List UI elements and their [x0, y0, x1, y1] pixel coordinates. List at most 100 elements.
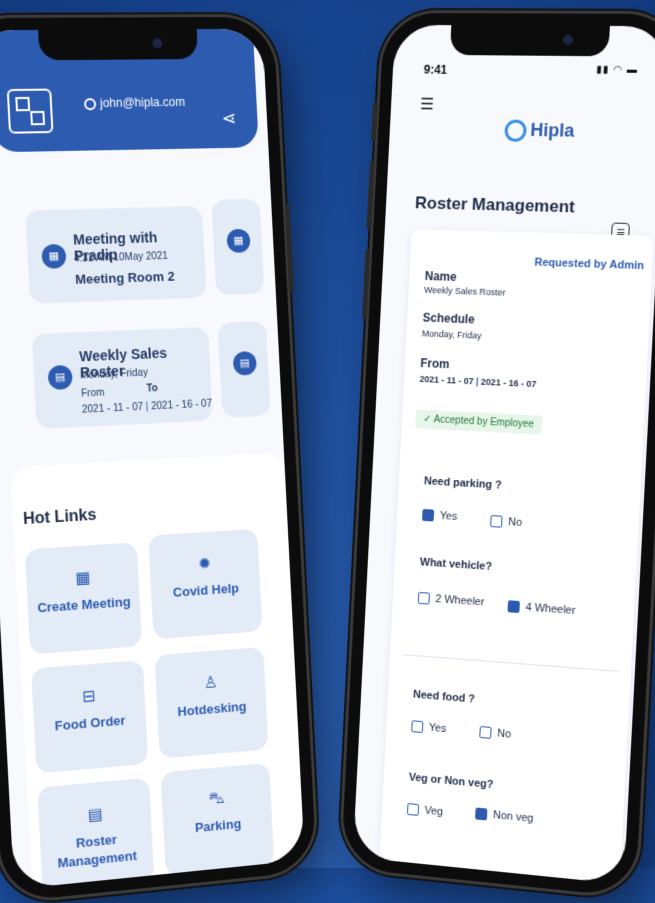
calendar-icon: ▤	[87, 805, 104, 825]
option-label: Veg	[424, 804, 444, 819]
date-separator: |	[145, 401, 149, 413]
signal-icon: ▮▮	[595, 64, 610, 76]
page-title: Roster Management	[414, 193, 576, 217]
notch	[38, 29, 199, 61]
status-text: Accepted by Employee	[433, 414, 535, 431]
to-date: 2021 - 16 - 07	[150, 398, 213, 413]
option-label: Yes	[428, 721, 447, 736]
card-time: 4:32 AM 10May 2021	[73, 250, 169, 265]
left-screen: john@hipla.com ⋖ ▦ Meeting with Pradip 4…	[0, 28, 305, 890]
option-label: No	[496, 727, 512, 741]
schedule-label: Schedule	[422, 310, 476, 327]
schedule-value: Monday, Friday	[421, 328, 482, 341]
option-label: No	[507, 516, 523, 529]
parking-yes-option[interactable]: Yes	[422, 509, 458, 523]
option-label: Yes	[439, 509, 458, 523]
qr-code-icon[interactable]	[6, 88, 54, 134]
name-label: Name	[424, 269, 457, 284]
roster-panel: Requested by Admin Name Weekly Sales Ros…	[379, 228, 654, 884]
tile-food-order[interactable]: ⊟ Food Order	[31, 660, 149, 774]
tile-hotdesking[interactable]: ♙ Hotdesking	[154, 646, 269, 759]
user-icon	[83, 97, 97, 111]
parking-no-option[interactable]: No	[490, 515, 522, 529]
tile-label: Roster Management	[57, 831, 138, 871]
checkbox-checked[interactable]	[422, 509, 435, 522]
food-no-option[interactable]: No	[479, 726, 511, 741]
email-text: john@hipla.com	[99, 94, 186, 111]
tile-label: Covid Help	[172, 580, 240, 600]
tile-parking[interactable]: ⛍ Parking	[160, 762, 275, 876]
question-vehicle: What vehicle?	[419, 556, 493, 574]
checkbox-checked[interactable]	[507, 600, 520, 614]
from-label: From	[80, 387, 105, 400]
question-food: Need food ?	[412, 688, 476, 706]
card-room: Meeting Room 2	[74, 268, 175, 287]
name-value: Weekly Sales Roster	[423, 284, 506, 298]
card-days: Monday, Friday	[79, 367, 149, 382]
roster-card-peek[interactable]: ▤	[217, 320, 271, 418]
tile-covid-help[interactable]: ✹ Covid Help	[148, 528, 263, 640]
checkbox-unchecked[interactable]	[417, 592, 430, 605]
to-label: To	[146, 383, 159, 395]
check-circle-icon: ✓	[423, 413, 432, 426]
veg-option[interactable]: Veg	[406, 803, 444, 819]
from-date: 2021 - 11 - 07	[81, 401, 144, 416]
option-label: 2 Wheeler	[435, 593, 485, 609]
meeting-card[interactable]: ▦ Meeting with Pradip 4:32 AM 10May 2021…	[25, 206, 207, 304]
meeting-icon: ▦	[74, 569, 91, 588]
battery-icon: ▬	[626, 64, 639, 76]
meeting-card-peek[interactable]: ▦	[211, 198, 265, 296]
status-time: 9:41	[423, 62, 448, 77]
food-yes-option[interactable]: Yes	[411, 720, 447, 736]
status-badge: ✓ Accepted by Employee	[415, 409, 543, 435]
roster-card[interactable]: ▤ Weekly Sales Roster Monday, Friday Fro…	[31, 327, 213, 430]
logo-icon	[504, 119, 528, 143]
card-dates: 2021 - 11 - 07 | 2021 - 16 - 07	[82, 399, 213, 416]
nonveg-option[interactable]: Non veg	[475, 807, 534, 825]
menu-icon[interactable]: ☰	[420, 94, 435, 114]
notch	[449, 25, 610, 57]
wifi-icon: ◠	[612, 64, 624, 76]
question-parking: Need parking ?	[423, 475, 502, 492]
tile-roster-management[interactable]: ▤ Roster Management	[37, 777, 155, 890]
phone-right: 9:41 ▮▮ ◠ ▬ ☰ Hipla Roster Management ≡ …	[340, 12, 655, 898]
vehicle-4wheeler-option[interactable]: 4 Wheeler	[507, 600, 576, 618]
checkbox-unchecked[interactable]	[406, 803, 420, 817]
checkbox-unchecked[interactable]	[479, 726, 492, 740]
chair-icon: ♙	[203, 674, 219, 693]
tile-label: Food Order	[54, 712, 126, 734]
phone-left: john@hipla.com ⋖ ▦ Meeting with Pradip 4…	[0, 16, 317, 903]
logo-text: Hipla	[529, 119, 575, 141]
checkbox-checked[interactable]	[475, 807, 488, 821]
status-icons: ▮▮ ◠ ▬	[596, 64, 638, 76]
from-label: From	[420, 356, 450, 372]
vehicle-2wheeler-option[interactable]: 2 Wheeler	[417, 592, 485, 609]
food-icon: ⊟	[81, 687, 97, 706]
from-date: 2021 - 11 - 07	[419, 373, 474, 387]
app-logo: Hipla	[504, 119, 575, 144]
calendar-icon: ▤	[47, 364, 73, 391]
requested-by: Requested by Admin	[534, 256, 645, 273]
option-label: Non veg	[492, 809, 534, 825]
tile-label: Create Meeting	[36, 593, 131, 616]
calendar-icon: ▤	[232, 350, 257, 376]
divider	[401, 654, 619, 672]
checkbox-unchecked[interactable]	[411, 720, 424, 734]
meeting-icon: ▦	[226, 228, 251, 254]
checkbox-unchecked[interactable]	[490, 515, 503, 528]
question-veg: Veg or Non veg?	[408, 771, 494, 792]
tile-label: Parking	[194, 815, 242, 836]
date-separator: |	[475, 376, 479, 387]
right-screen: 9:41 ▮▮ ◠ ▬ ☰ Hipla Roster Management ≡ …	[352, 24, 655, 885]
tile-label: Hotdesking	[177, 698, 247, 720]
tile-create-meeting[interactable]: ▦ Create Meeting	[24, 542, 143, 655]
user-email: john@hipla.com	[83, 94, 186, 111]
camera-icon	[152, 38, 163, 49]
car-icon: ⛍	[208, 789, 226, 808]
share-icon[interactable]: ⋖	[221, 108, 237, 129]
option-label: 4 Wheeler	[525, 601, 576, 618]
meeting-icon: ▦	[41, 243, 67, 269]
camera-icon	[562, 34, 574, 45]
date-range: 2021 - 11 - 07 | 2021 - 16 - 07	[419, 374, 536, 389]
to-date: 2021 - 16 - 07	[480, 376, 537, 390]
